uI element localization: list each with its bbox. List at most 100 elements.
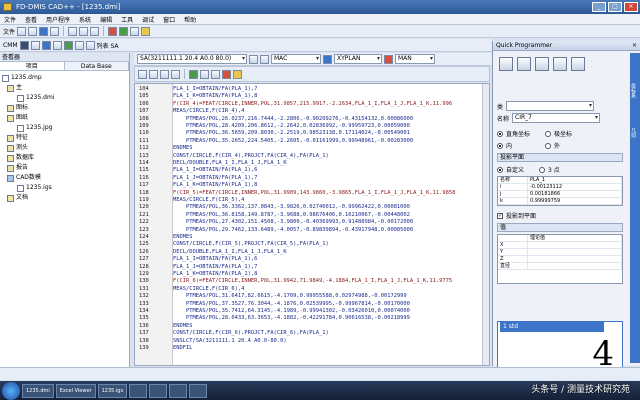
tree-item[interactable]: 1235.jpg bbox=[2, 123, 129, 133]
cmm-icon[interactable] bbox=[19, 40, 29, 50]
undo-icon[interactable] bbox=[138, 69, 147, 79]
refresh-icon[interactable] bbox=[249, 54, 258, 64]
cad-icon[interactable] bbox=[63, 40, 73, 50]
tree-item-label: 1235.dmp bbox=[11, 74, 42, 81]
new-icon[interactable] bbox=[17, 26, 27, 36]
code-editor[interactable]: 104 FLA_1_I=OBTAIN/FA(PLA_1),7 105 FLA_1_K=… bbox=[134, 83, 490, 366]
tree-item[interactable]: 测头 bbox=[2, 143, 129, 153]
tab-database[interactable]: Data Base bbox=[64, 62, 129, 70]
qp-side-tab-geom[interactable]: 几何 bbox=[630, 128, 637, 138]
cartesian-radio[interactable] bbox=[497, 130, 503, 137]
taskbar-item-excel[interactable]: Excel Viewer bbox=[55, 383, 96, 398]
stop-icon[interactable] bbox=[222, 69, 231, 79]
mode-icon[interactable] bbox=[384, 54, 393, 64]
start-button[interactable] bbox=[2, 381, 20, 400]
tree-item[interactable]: 数据库 bbox=[2, 153, 129, 163]
alignment-select[interactable]: SA(3211111.1 20.4 A0.0 80.0) bbox=[137, 54, 247, 64]
cut-icon[interactable] bbox=[68, 26, 78, 36]
name-input[interactable]: CIR_7 bbox=[512, 113, 601, 123]
play-icon[interactable] bbox=[189, 69, 198, 79]
grid-icon[interactable] bbox=[52, 40, 62, 50]
report-icon[interactable] bbox=[85, 40, 95, 50]
line-code: DECL/DOUBLE,FLA_1_I,FLA_1_J,FLA_1_K bbox=[173, 160, 287, 166]
menu-item-5[interactable]: 工具 bbox=[121, 15, 133, 24]
line-feature-icon[interactable] bbox=[499, 57, 513, 71]
help-icon[interactable] bbox=[141, 26, 151, 36]
replace-icon[interactable] bbox=[171, 69, 180, 79]
grid-cell bbox=[528, 242, 622, 248]
circle-feature-icon[interactable] bbox=[535, 57, 549, 71]
tree-item[interactable]: 1235.dmp bbox=[2, 73, 129, 83]
record-icon[interactable] bbox=[108, 26, 118, 36]
paste-icon[interactable] bbox=[90, 26, 100, 36]
plane-icon[interactable] bbox=[323, 54, 332, 64]
run-icon[interactable] bbox=[119, 26, 129, 36]
menu-item-2[interactable]: 用户程序 bbox=[46, 15, 70, 24]
qp-side-tab-coord[interactable]: 坐标系 bbox=[630, 83, 637, 98]
line-code: PTMEAS/POL,36.3362,137.0843,-3.9826,0.02… bbox=[173, 204, 410, 211]
folder-icon bbox=[7, 164, 14, 172]
tree-item-label: 1235.igs bbox=[26, 184, 52, 191]
tree-item[interactable]: 文档 bbox=[2, 193, 129, 203]
step-icon[interactable] bbox=[130, 26, 140, 36]
sphere-feature-icon[interactable] bbox=[571, 57, 585, 71]
three-point-radio[interactable] bbox=[539, 166, 546, 173]
taskbar-word-icon[interactable] bbox=[189, 383, 208, 398]
tree-item[interactable]: 主 bbox=[2, 83, 129, 93]
table-icon[interactable] bbox=[74, 40, 84, 50]
value-grid-header: 理论值 bbox=[498, 235, 622, 242]
probe-mode-select[interactable]: MAC bbox=[271, 54, 321, 64]
taskbar-media-icon[interactable] bbox=[169, 383, 188, 398]
menu-item-0[interactable]: 文件 bbox=[4, 15, 16, 24]
code-line[interactable]: 139 ENDFIL bbox=[135, 344, 489, 352]
value-grid-row: Z bbox=[498, 256, 622, 263]
project-to-plane-checkbox[interactable]: ✓ bbox=[497, 212, 503, 219]
camera-icon[interactable] bbox=[41, 40, 51, 50]
menu-item-1[interactable]: 查看 bbox=[25, 15, 37, 24]
step-over-icon[interactable] bbox=[211, 69, 220, 79]
redo-icon[interactable] bbox=[149, 69, 158, 79]
tree-item[interactable]: 1235.dmi bbox=[2, 93, 129, 103]
tree-item[interactable]: 图标 bbox=[2, 103, 129, 113]
tree-item[interactable]: 1235.igs bbox=[2, 183, 129, 193]
minimize-button[interactable]: _ bbox=[592, 2, 606, 12]
breakpoint-icon[interactable] bbox=[233, 69, 242, 79]
plane-select[interactable]: XYPLAN bbox=[334, 54, 382, 64]
probe-select-icon[interactable] bbox=[260, 54, 269, 64]
inner-radio[interactable] bbox=[497, 142, 503, 149]
cartesian-label: 直角坐标 bbox=[506, 131, 531, 138]
maximize-button[interactable]: □ bbox=[608, 2, 622, 12]
tree-item[interactable]: 特征 bbox=[2, 133, 129, 143]
tree-item[interactable]: 图纸 bbox=[2, 113, 129, 123]
step-into-icon[interactable] bbox=[200, 69, 209, 79]
qp-close-icon[interactable]: × bbox=[632, 41, 637, 51]
close-button[interactable]: × bbox=[624, 2, 638, 12]
cylinder-feature-icon[interactable] bbox=[553, 57, 567, 71]
menu-item-3[interactable]: 系统 bbox=[79, 15, 91, 24]
type-select[interactable] bbox=[506, 101, 595, 111]
mode-select[interactable]: MAN bbox=[395, 54, 435, 64]
outer-radio[interactable] bbox=[545, 142, 552, 149]
tab-project[interactable]: 项目 bbox=[0, 62, 65, 70]
taskbar-folder-icon[interactable] bbox=[129, 383, 148, 398]
tree-item[interactable]: 报告 bbox=[2, 163, 129, 173]
save-icon[interactable] bbox=[39, 26, 49, 36]
qp-side-tabs[interactable]: 坐标系 几何 bbox=[630, 53, 640, 363]
find-icon[interactable] bbox=[160, 69, 169, 79]
print-icon[interactable] bbox=[50, 26, 60, 36]
plane-grid-row: i -0.00123112 bbox=[498, 184, 622, 191]
menu-item-6[interactable]: 调试 bbox=[142, 15, 154, 24]
taskbar-item-igs[interactable]: 1235.igs bbox=[97, 383, 128, 398]
custom-plane-radio[interactable] bbox=[497, 166, 503, 173]
tree-item[interactable]: CAD数模 bbox=[2, 173, 129, 183]
taskbar-browser-icon[interactable] bbox=[149, 383, 168, 398]
copy-icon[interactable] bbox=[79, 26, 89, 36]
polar-radio[interactable] bbox=[545, 130, 552, 137]
menu-item-8[interactable]: 帮助 bbox=[184, 15, 196, 24]
menu-item-4[interactable]: 编辑 bbox=[100, 15, 112, 24]
taskbar-item-dmi[interactable]: 1235.dmi bbox=[22, 383, 54, 398]
menu-item-7[interactable]: 窗口 bbox=[163, 15, 175, 24]
probe-icon[interactable] bbox=[30, 40, 40, 50]
open-icon[interactable] bbox=[28, 26, 38, 36]
plane-feature-icon[interactable] bbox=[517, 57, 531, 71]
